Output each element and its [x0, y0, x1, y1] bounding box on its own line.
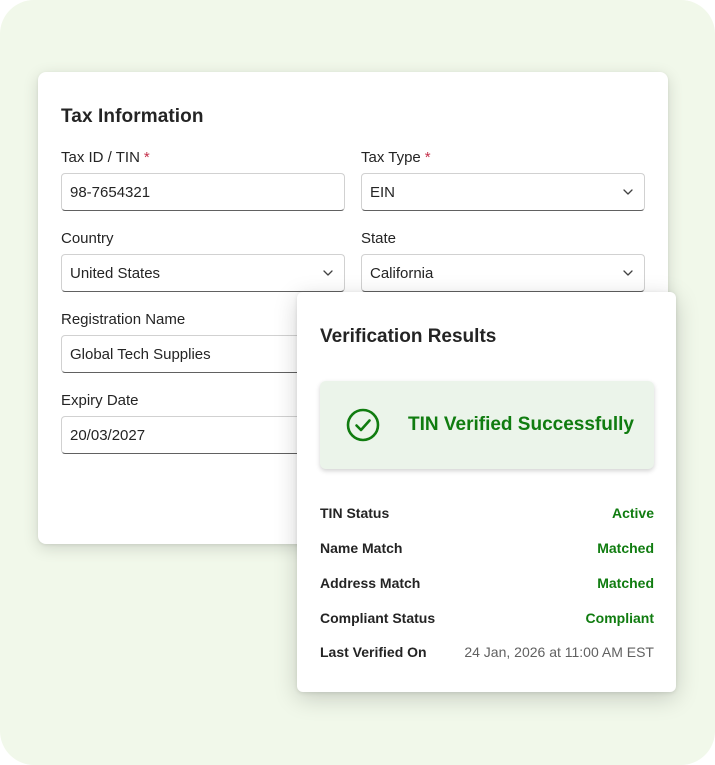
country-select[interactable]: United States — [61, 254, 345, 292]
state-value: California — [370, 264, 434, 282]
result-value: Matched — [597, 575, 654, 591]
country-value: United States — [70, 264, 161, 282]
tax-type-select[interactable]: EIN — [361, 173, 645, 211]
tax-id-label: Tax ID / TIN * — [61, 148, 345, 168]
result-label: Address Match — [320, 575, 421, 591]
tax-id-label-text: Tax ID / TIN — [61, 149, 140, 166]
result-label: Last Verified On — [320, 644, 427, 660]
tax-id-value: 98-7654321 — [70, 183, 151, 201]
tax-type-value: EIN — [370, 183, 396, 201]
tax-type-label: Tax Type * — [361, 148, 645, 168]
tax-information-title: Tax Information — [61, 106, 204, 127]
tax-type-label-text: Tax Type — [361, 149, 421, 166]
country-label: Country — [61, 230, 114, 247]
result-row-last-verified: Last Verified On 24 Jan, 2026 at 11:00 A… — [320, 642, 654, 662]
result-row-compliant-status: Compliant Status Compliant — [320, 608, 654, 628]
tax-id-field: Tax ID / TIN * 98-7654321 — [61, 148, 345, 211]
result-label: Name Match — [320, 540, 403, 556]
verification-results-card: Verification Results TIN Verified Succes… — [297, 292, 676, 692]
state-select[interactable]: California — [361, 254, 645, 292]
tax-type-field: Tax Type * EIN — [361, 148, 645, 211]
check-circle-icon — [346, 408, 380, 442]
result-value: Compliant — [585, 610, 654, 626]
chevron-down-icon — [622, 186, 634, 198]
tax-id-input[interactable]: 98-7654321 — [61, 173, 345, 211]
result-value: Active — [611, 505, 654, 521]
verification-results-title: Verification Results — [320, 326, 497, 347]
chevron-down-icon — [322, 267, 334, 279]
result-label: TIN Status — [320, 505, 390, 521]
result-row-name-match: Name Match Matched — [320, 538, 654, 558]
result-label: Compliant Status — [320, 610, 436, 626]
result-value: Matched — [597, 540, 654, 556]
result-row-address-match: Address Match Matched — [320, 573, 654, 593]
expiry-date-value: 20/03/2027 — [70, 426, 146, 444]
verification-success-text: TIN Verified Successfully — [408, 414, 634, 435]
verification-success-banner: TIN Verified Successfully — [320, 381, 654, 469]
chevron-down-icon — [622, 267, 634, 279]
result-row-tin-status: TIN Status Active — [320, 503, 654, 523]
required-marker: * — [143, 149, 150, 166]
required-marker: * — [424, 149, 431, 166]
result-value: 24 Jan, 2026 at 11:00 AM EST — [464, 644, 654, 660]
state-label: State — [361, 230, 397, 247]
registration-name-value: Global Tech Supplies — [70, 345, 211, 363]
state-field: State California — [361, 229, 645, 292]
country-field: Country United States — [61, 229, 345, 292]
